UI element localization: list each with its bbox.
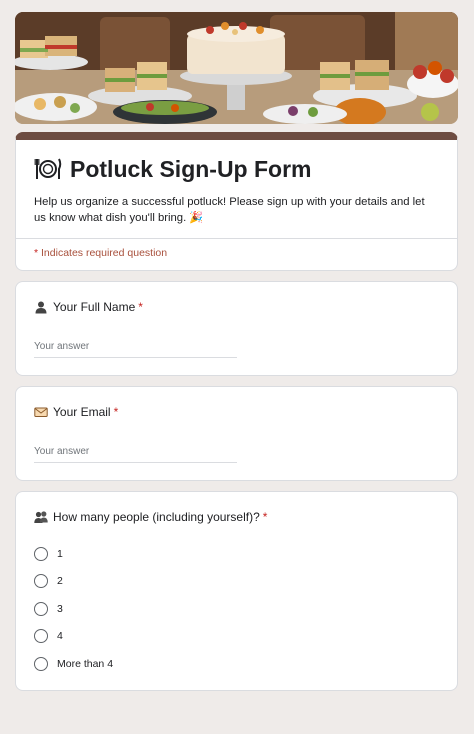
option-label: 1 <box>57 547 63 560</box>
envelope-icon <box>34 407 48 417</box>
radio-button[interactable] <box>34 546 48 561</box>
radio-button[interactable] <box>34 601 48 616</box>
option-4[interactable]: 4 <box>34 623 439 651</box>
option-3[interactable]: 3 <box>34 595 439 623</box>
question-label-text: Your Email <box>53 405 111 419</box>
question-label: How many people (including yourself)? * <box>34 510 439 524</box>
option-2[interactable]: 2 <box>34 568 439 596</box>
required-note-text: Indicates required question <box>41 247 168 259</box>
required-note: * Indicates required question <box>16 239 457 270</box>
question-people-count: How many people (including yourself)? * 1… <box>15 491 458 691</box>
question-label: Your Email * <box>34 405 439 419</box>
email-input[interactable]: Your answer <box>34 446 237 463</box>
form-container: Potluck Sign-Up Form Help us organize a … <box>15 12 458 691</box>
radio-button[interactable] <box>34 574 48 589</box>
required-asterisk: * <box>34 247 39 259</box>
question-label: Your Full Name * <box>34 300 439 314</box>
option-label: 3 <box>57 602 63 615</box>
person-icon <box>35 301 47 314</box>
option-more-than-4[interactable]: More than 4 <box>34 650 439 678</box>
people-group-icon <box>34 511 48 523</box>
option-label: 2 <box>57 575 63 588</box>
form-title-card: Potluck Sign-Up Form Help us organize a … <box>15 132 458 271</box>
people-options: 1 2 3 4 More than 4 <box>34 540 439 678</box>
potluck-food-illustration <box>15 12 458 124</box>
required-asterisk: * <box>113 405 119 419</box>
option-1[interactable]: 1 <box>34 540 439 568</box>
question-label-text: How many people (including yourself)? <box>53 510 260 524</box>
radio-button[interactable] <box>34 629 48 644</box>
question-label-text: Your Full Name <box>53 300 136 314</box>
required-asterisk: * <box>262 510 268 524</box>
option-label: More than 4 <box>57 657 114 670</box>
radio-button[interactable] <box>34 656 48 671</box>
full-name-input[interactable]: Your answer <box>34 341 237 358</box>
required-asterisk: * <box>138 300 143 314</box>
form-description: Help us organize a successful potluck! P… <box>34 196 425 224</box>
question-email: Your Email * Your answer <box>15 386 458 481</box>
header-banner-image <box>15 12 458 124</box>
question-full-name: Your Full Name * Your answer <box>15 281 458 376</box>
title-row: Potluck Sign-Up Form <box>16 140 457 184</box>
option-label: 4 <box>57 630 63 643</box>
form-title: Potluck Sign-Up Form <box>70 155 312 182</box>
plate-fork-knife-icon <box>34 158 62 179</box>
